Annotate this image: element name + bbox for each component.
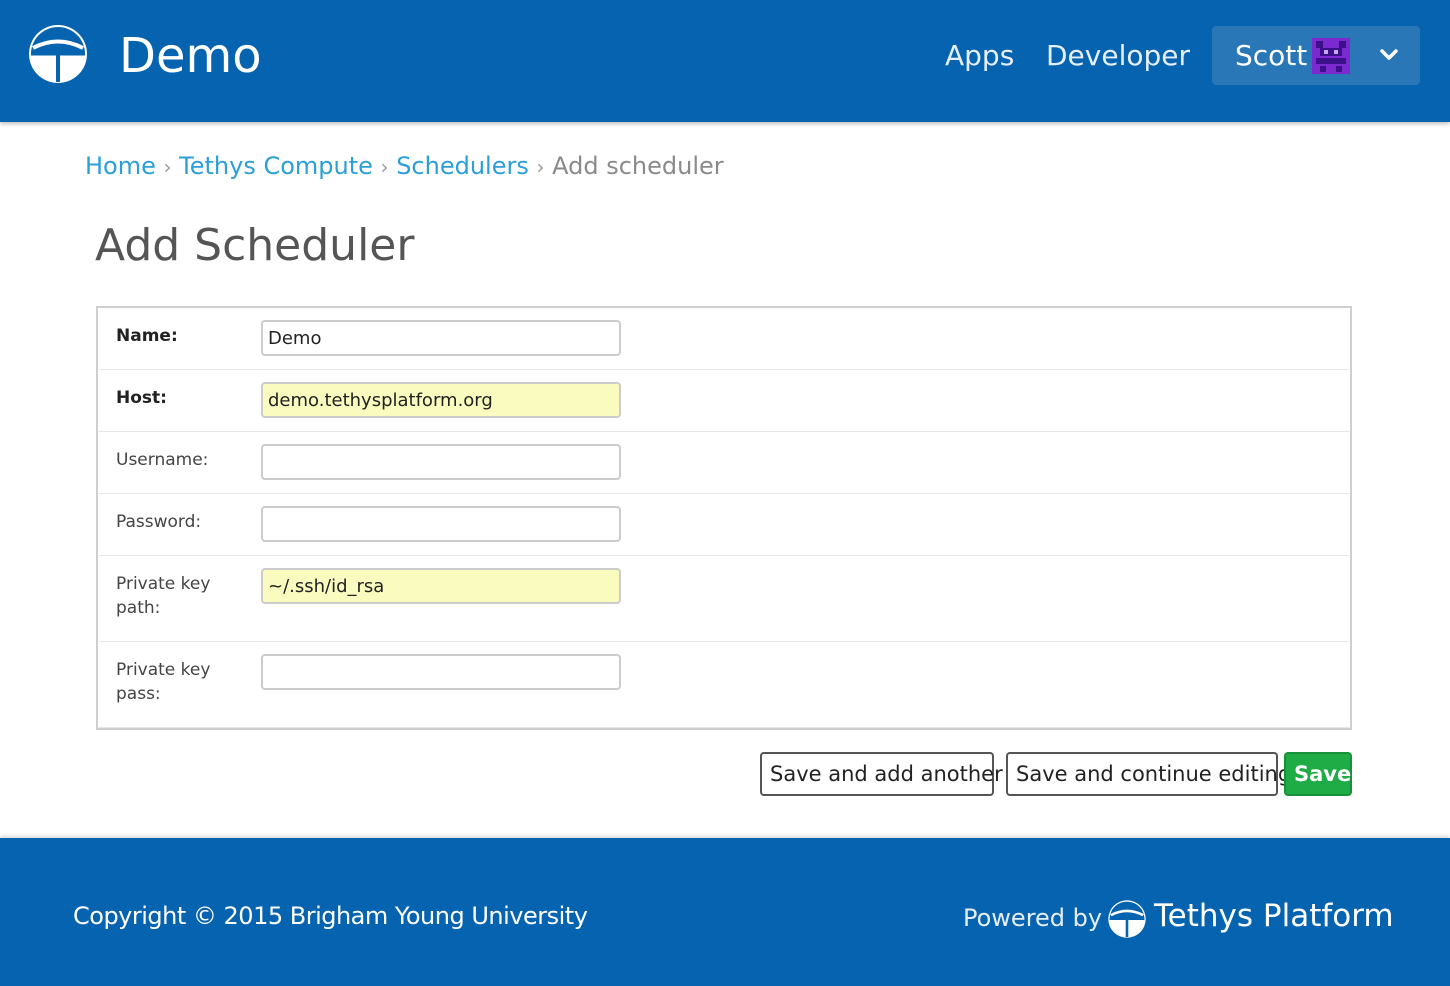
form-row-name: Name:	[98, 308, 1350, 370]
breadcrumb-separator: ›	[380, 155, 389, 179]
user-menu-button[interactable]: Scott	[1212, 26, 1420, 85]
save-and-continue-button[interactable]: Save and continue editing	[1006, 752, 1291, 796]
page-title: Add Scheduler	[95, 220, 415, 271]
chevron-down-icon	[1380, 49, 1398, 60]
username-label: Username:	[116, 450, 209, 470]
breadcrumb-separator: ›	[163, 155, 172, 179]
form-row-host: Host:	[98, 370, 1350, 432]
nav-developer-link[interactable]: Developer	[1046, 38, 1190, 74]
password-input[interactable]	[261, 506, 621, 542]
avatar	[1312, 38, 1350, 74]
breadcrumb-compute-link[interactable]: Tethys Compute	[179, 152, 373, 180]
footer: Copyright © 2015 Brigham Young Universit…	[0, 838, 1450, 986]
powered-by-text: Powered by	[963, 904, 1103, 932]
nav-apps-link[interactable]: Apps	[945, 38, 1014, 74]
private-key-path-input[interactable]	[261, 568, 621, 604]
breadcrumb: Home › Tethys Compute › Schedulers › Add…	[85, 150, 724, 183]
save-button[interactable]: Save	[1284, 752, 1352, 796]
username-input[interactable]	[261, 444, 621, 480]
tethys-logo-icon[interactable]	[27, 23, 89, 85]
tethys-logo-icon[interactable]	[1107, 899, 1147, 939]
site-title[interactable]: Demo	[119, 26, 262, 86]
host-label: Host:	[116, 388, 167, 408]
tethys-platform-link[interactable]: Tethys Platform	[1154, 896, 1394, 936]
save-and-add-another-button[interactable]: Save and add another	[760, 752, 1003, 796]
host-input[interactable]	[261, 382, 621, 418]
form-row-private-key-pass: Private key pass:	[98, 642, 1350, 728]
form-row-password: Password:	[98, 494, 1350, 556]
breadcrumb-current: Add scheduler	[552, 152, 724, 180]
form-row-private-key-path: Private key path:	[98, 556, 1350, 642]
breadcrumb-home-link[interactable]: Home	[85, 152, 156, 180]
password-label: Password:	[116, 512, 202, 532]
private-key-path-label: Private key path:	[116, 574, 211, 618]
breadcrumb-schedulers-link[interactable]: Schedulers	[396, 152, 529, 180]
name-input[interactable]	[261, 320, 621, 356]
private-key-pass-input[interactable]	[261, 654, 621, 690]
form-row-username: Username:	[98, 432, 1350, 494]
private-key-pass-label: Private key pass:	[116, 660, 211, 704]
user-name: Scott	[1235, 39, 1308, 72]
top-navbar: Demo Apps Developer Scott	[0, 0, 1450, 122]
scheduler-form: Name: Host: Username: Password: Private …	[96, 306, 1352, 730]
breadcrumb-separator: ›	[536, 155, 545, 179]
name-label: Name:	[116, 326, 178, 346]
copyright-text: Copyright © 2015 Brigham Young Universit…	[73, 902, 588, 930]
